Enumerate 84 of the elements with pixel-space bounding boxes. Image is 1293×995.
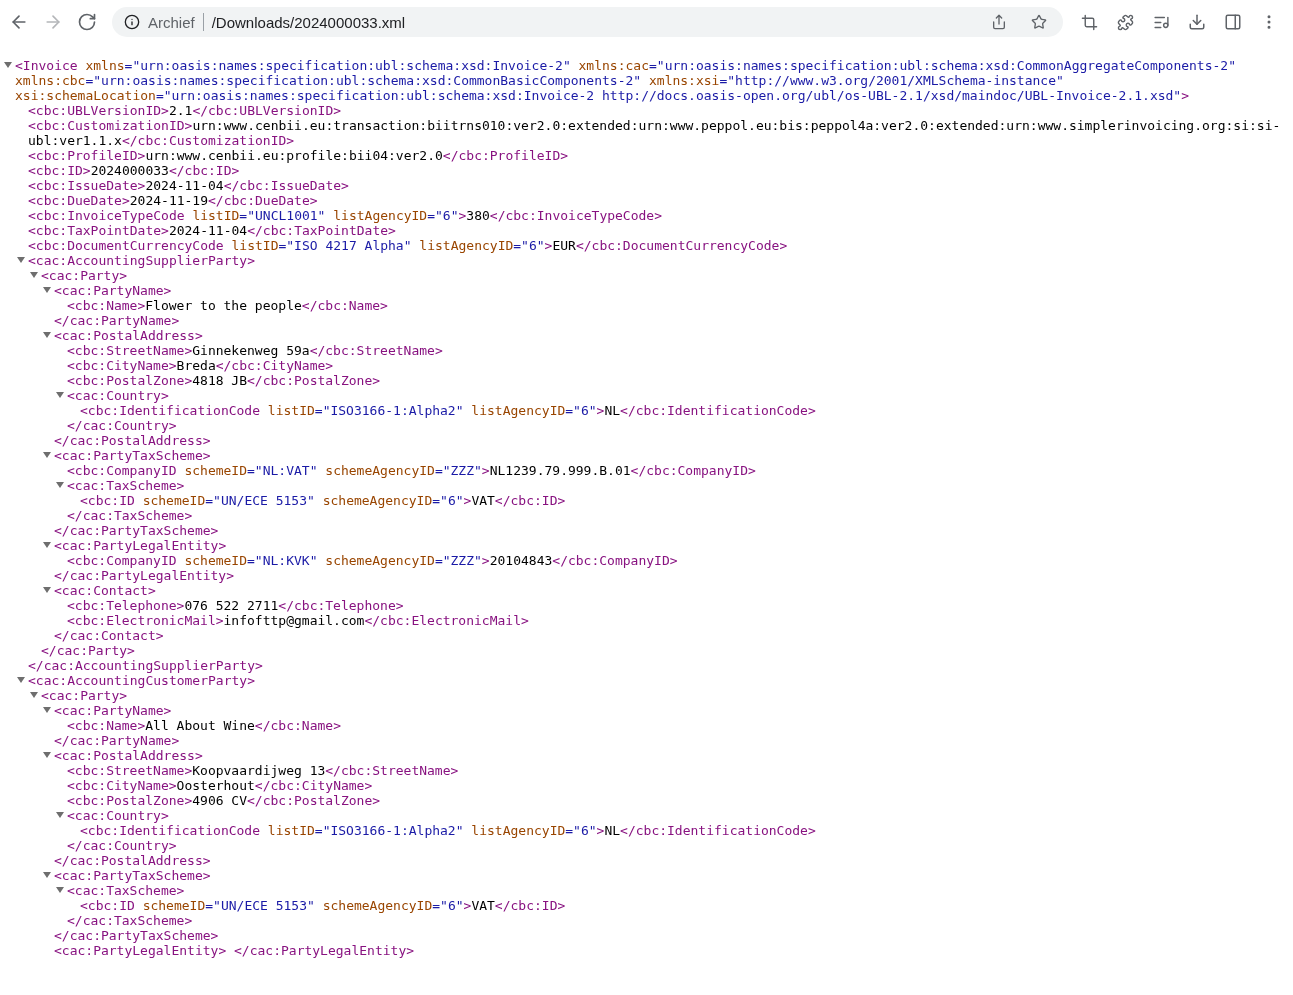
- expand-toggle-icon[interactable]: [56, 811, 64, 819]
- xml-line: </cac:AccountingSupplierParty>: [28, 658, 264, 673]
- xml-line: </cac:PostalAddress>: [54, 433, 212, 448]
- xml-line: <cbc:CityName>Oosterhout</cbc:CityName>: [67, 778, 374, 793]
- xml-line: <cbc:IdentificationCode listID="ISO3166-1:Alpha2" listAgencyID="6">NL</cbc:IdentificationCode>: [80, 403, 817, 418]
- expand-toggle-icon[interactable]: [56, 481, 64, 489]
- xml-line: </cac:TaxScheme>: [67, 508, 194, 523]
- xml-line: </cac:Party>: [41, 643, 136, 658]
- xml-line: </cac:Country>: [67, 838, 178, 853]
- expand-toggle-icon[interactable]: [43, 451, 51, 459]
- xml-line: <Invoice xmlns="urn:oasis:names:specification:ubl:schema:xsd:Invoice-2" xmlns:cac="urn:oasis:names:specification:ubl:schema:xsd:CommonAggregateComponents-2" xmlns:cbc="urn:oasis:names:specification:ubl:schema:xsd:CommonBasicComponents-2" xmlns:xsi="http://www.w3.org/2001/XMLSchema-instance" xsi:schemaLocation="urn:oasis:names:specification:ubl:schema:xsd:Invoice-2 http://docs.oasis-open.org/ubl/os-UBL-2.1/xsd/maindoc/UBL-Invoice-2.1.xsd">: [15, 58, 1237, 103]
- xml-line: <cac:AccountingCustomerParty>: [28, 673, 256, 688]
- xml-line: <cac:PostalAddress>: [54, 748, 204, 763]
- xml-line: <cac:PartyLegalEntity> </cac:PartyLegalEntity>: [54, 943, 416, 958]
- xml-line: </cac:PartyName>: [54, 313, 181, 328]
- xml-line: <cac:PartyName>: [54, 703, 173, 718]
- xml-line: <cbc:ProfileID>urn:www.cenbii.eu:profile:bii04:ver2.0</cbc:ProfileID>: [28, 148, 570, 163]
- xml-line: </cac:PartyName>: [54, 733, 181, 748]
- xml-line: <cbc:PostalZone>4818 JB</cbc:PostalZone>: [67, 373, 382, 388]
- download-icon[interactable]: [1188, 13, 1206, 31]
- xml-line: <cbc:Telephone>076 522 2711</cbc:Telephone>: [67, 598, 405, 613]
- xml-line: <cac:PartyTaxScheme>: [54, 448, 212, 463]
- expand-toggle-icon[interactable]: [17, 676, 25, 684]
- xml-line: <cbc:StreetName>Koopvaardijweg 13</cbc:StreetName>: [67, 763, 460, 778]
- xml-line: <cbc:UBLVersionID>2.1</cbc:UBLVersionID>: [28, 103, 343, 118]
- xml-line: <cbc:DocumentCurrencyCode listID="ISO 4217 Alpha" listAgencyID="6">EUR</cbc:DocumentCurrencyCode>: [28, 238, 789, 253]
- xml-line: </cac:PartyTaxScheme>: [54, 928, 220, 943]
- url-text: /Downloads/2024000033.xml: [211, 13, 407, 31]
- xml-line: <cac:Party>: [41, 268, 129, 283]
- expand-toggle-icon[interactable]: [43, 871, 51, 879]
- expand-toggle-icon[interactable]: [30, 691, 38, 699]
- xml-line: <cbc:DueDate>2024-11-19</cbc:DueDate>: [28, 193, 319, 208]
- xml-line: <cbc:PostalZone>4906 CV</cbc:PostalZone>: [67, 793, 382, 808]
- side-panel-icon[interactable]: [1224, 13, 1242, 31]
- xml-line: <cac:Party>: [41, 688, 129, 703]
- expand-toggle-icon[interactable]: [56, 886, 64, 894]
- xml-line: <cbc:IssueDate>2024-11-04</cbc:IssueDate>: [28, 178, 350, 193]
- xml-line: <cbc:ID schemeID="UN/ECE 5153" schemeAgencyID="6">VAT</cbc:ID>: [80, 898, 567, 913]
- share-icon[interactable]: [991, 14, 1007, 30]
- xml-line: <cac:Country>: [67, 808, 170, 823]
- star-icon[interactable]: [1031, 14, 1047, 30]
- xml-line: <cac:PartyName>: [54, 283, 173, 298]
- xml-line: <cbc:StreetName>Ginnekenweg 59a</cbc:StreetName>: [67, 343, 444, 358]
- xml-line: </cac:PostalAddress>: [54, 853, 212, 868]
- xml-line: <cac:PostalAddress>: [54, 328, 204, 343]
- expand-toggle-icon[interactable]: [43, 586, 51, 594]
- xml-line: <cbc:Name>All About Wine</cbc:Name>: [67, 718, 342, 733]
- xml-line: <cbc:CustomizationID>urn:www.cenbii.eu:transaction:biitrns010:ver2.0:extended:urn:www.peppol.eu:bis:peppol4a:ver2.0:extended:urn:www.simplerinvoicing.org:si:si-ubl:ver1.1.x</cbc:CustomizationID>: [28, 118, 1282, 148]
- xml-line: <cbc:ID>2024000033</cbc:ID>: [28, 163, 241, 178]
- site-label: Archief: [148, 13, 195, 31]
- expand-toggle-icon[interactable]: [30, 271, 38, 279]
- xml-line: <cac:Contact>: [54, 583, 157, 598]
- xml-line: </cac:PartyTaxScheme>: [54, 523, 220, 538]
- xml-line: <cbc:ID schemeID="UN/ECE 5153" schemeAgencyID="6">VAT</cbc:ID>: [80, 493, 567, 508]
- expand-toggle-icon[interactable]: [17, 256, 25, 264]
- expand-toggle-icon[interactable]: [43, 331, 51, 339]
- expand-toggle-icon[interactable]: [56, 391, 64, 399]
- expand-toggle-icon[interactable]: [43, 706, 51, 714]
- xml-line: </cac:TaxScheme>: [67, 913, 194, 928]
- expand-toggle-icon[interactable]: [4, 61, 12, 69]
- xml-line: </cac:Contact>: [54, 628, 165, 643]
- xml-line: <cac:PartyLegalEntity>: [54, 538, 228, 553]
- xml-line: </cac:PartyLegalEntity>: [54, 568, 235, 583]
- xml-line: <cbc:InvoiceTypeCode listID="UNCL1001" listAgencyID="6">380</cbc:InvoiceTypeCode>: [28, 208, 663, 223]
- expand-toggle-icon[interactable]: [43, 751, 51, 759]
- xml-line: <cbc:TaxPointDate>2024-11-04</cbc:TaxPointDate>: [28, 223, 397, 238]
- expand-toggle-icon[interactable]: [43, 541, 51, 549]
- xml-line: <cbc:ElectronicMail>infofttp@gmail.com</cbc:ElectronicMail>: [67, 613, 530, 628]
- info-icon[interactable]: [124, 14, 140, 30]
- xml-line: <cbc:CityName>Breda</cbc:CityName>: [67, 358, 335, 373]
- xml-line: <cbc:Name>Flower to the people</cbc:Name>: [67, 298, 389, 313]
- xml-line: <cbc:IdentificationCode listID="ISO3166-1:Alpha2" listAgencyID="6">NL</cbc:IdentificationCode>: [80, 823, 817, 838]
- xml-line: <cbc:CompanyID schemeID="NL:KVK" schemeAgencyID="ZZZ">20104843</cbc:CompanyID>: [67, 553, 679, 568]
- address-bar[interactable]: Archief /Downloads/2024000033.xml: [112, 7, 1063, 37]
- xml-line: <cac:TaxScheme>: [67, 883, 186, 898]
- xml-line: <cac:AccountingSupplierParty>: [28, 253, 256, 268]
- crop-icon[interactable]: [1080, 13, 1098, 31]
- xml-line: <cac:Country>: [67, 388, 170, 403]
- xml-line: </cac:Country>: [67, 418, 178, 433]
- puzzle-icon[interactable]: [1116, 13, 1134, 31]
- xml-line: <cbc:CompanyID schemeID="NL:VAT" schemeAgencyID="ZZZ">NL1239.79.999.B.01</cbc:CompanyID>: [67, 463, 757, 478]
- xml-line: <cac:PartyTaxScheme>: [54, 868, 212, 883]
- xml-line: <cac:TaxScheme>: [67, 478, 186, 493]
- expand-toggle-icon[interactable]: [43, 286, 51, 294]
